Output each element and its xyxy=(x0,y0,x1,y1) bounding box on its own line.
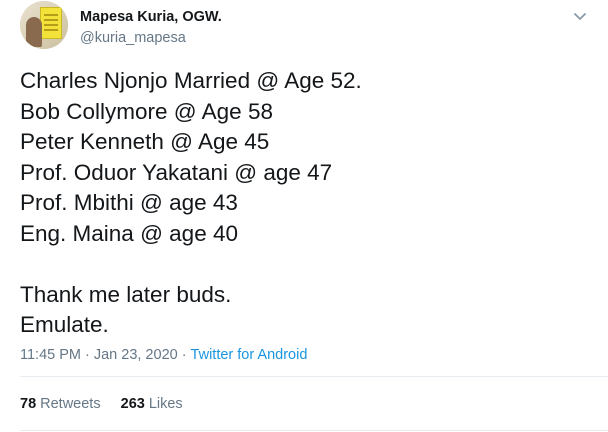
avatar-card-image xyxy=(40,7,62,39)
tweet-source-link[interactable]: Twitter for Android xyxy=(191,347,308,363)
tweet-line: Bob Collymore @ Age 58 xyxy=(20,98,273,124)
avatar-person-image xyxy=(26,17,42,47)
divider xyxy=(20,376,608,377)
likes-stat[interactable]: 263 Likes xyxy=(121,396,183,412)
divider xyxy=(20,430,608,431)
tweet-line: Thank me later buds. xyxy=(20,281,232,307)
chevron-down-icon xyxy=(574,13,586,20)
retweets-count: 78 xyxy=(20,396,37,412)
likes-count: 263 xyxy=(120,396,145,412)
tweet-line: Eng. Maina @ age 40 xyxy=(20,220,238,246)
tweet-text: Charles Njonjo Married @ Age 52. Bob Col… xyxy=(20,66,590,341)
tweet-meta: 11:45 PM · Jan 23, 2020 · Twitter for Androi… xyxy=(20,347,307,363)
tweet-line: Prof. Oduor Yakatani @ age 47 xyxy=(20,159,333,185)
tweet-date[interactable]: Jan 23, 2020 xyxy=(94,347,178,363)
tweet-time[interactable]: 11:45 PM xyxy=(20,347,81,363)
tweet-line: Emulate. xyxy=(20,312,109,337)
avatar[interactable] xyxy=(20,1,68,49)
tweet-line: Charles Njonjo Married @ Age 52. xyxy=(20,68,362,93)
tweet-menu-button[interactable] xyxy=(568,6,592,28)
meta-separator: · xyxy=(181,347,187,363)
tweet-line: Prof. Mbithi @ age 43 xyxy=(20,190,238,215)
meta-separator: · xyxy=(85,347,90,363)
tweet-card: Mapesa Kuria, OGW. @kuria_mapesa Charles… xyxy=(0,0,608,432)
retweets-stat[interactable]: 78 Retweets xyxy=(20,396,101,412)
tweet-stats: 78 Retweets 263 Likes xyxy=(20,396,183,412)
likes-label: Likes xyxy=(148,396,183,412)
tweet-line: Peter Kenneth @ Age 45 xyxy=(20,129,270,154)
author-display-name[interactable]: Mapesa Kuria, OGW. xyxy=(80,9,222,25)
retweets-label: Retweets xyxy=(40,396,101,412)
author-handle[interactable]: @kuria_mapesa xyxy=(80,30,186,46)
